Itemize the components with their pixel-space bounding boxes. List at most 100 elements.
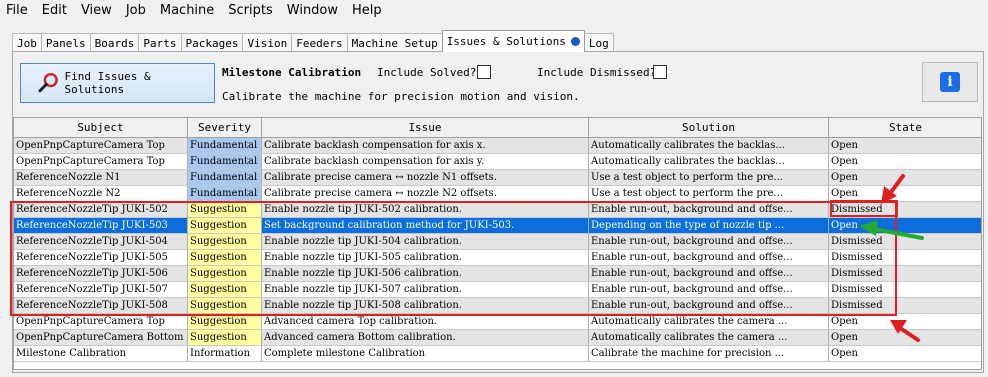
table-row[interactable]: OpenPnpCaptureCamera Top Fundamental Calib… [14,138,981,154]
tab-label: Packages [185,36,239,50]
tab-label: Boards [94,36,135,50]
table-row[interactable]: ReferenceNozzleTip JUKI-502 Suggestion Ena… [14,202,981,218]
cell-solution: Use a test object to perform the pre... [589,186,829,202]
find-issues-button[interactable]: Find Issues & Solutions [20,63,215,103]
tab-label: Issues & Solutions [446,35,566,48]
menu-bar: File Edit View Job Machine Scripts Window Help [0,0,988,20]
tab-panels[interactable]: Panels [40,33,91,52]
menu-view[interactable]: View [74,3,119,18]
cell-severity: Information [188,346,262,362]
info-icon: i [940,72,960,92]
cell-severity: Fundamental [188,170,262,186]
table-row[interactable]: ReferenceNozzleTip JUKI-507 Suggestion Ena… [14,282,981,298]
include-solved-checkbox[interactable] [477,65,491,79]
cell-state: Open [829,314,981,330]
table-row[interactable]: OpenPnpCaptureCamera Top Fundamental Calib… [14,154,981,170]
tab-job[interactable]: Job [12,33,42,52]
cell-severity: Fundamental [188,154,262,170]
cell-subject: ReferenceNozzleTip JUKI-504 [14,234,188,250]
table-row[interactable]: OpenPnpCaptureCamera Bottom Suggestion Adv… [14,330,981,346]
cell-solution: Enable run-out, background and offse... [589,282,829,298]
menu-job[interactable]: Job [119,3,153,18]
tab-boards[interactable]: Boards [89,33,140,52]
tab-label: Machine Setup [351,36,438,50]
cell-state: Dismissed [829,298,981,314]
column-header-state[interactable]: State [829,118,981,137]
cell-severity: Fundamental [188,186,262,202]
menu-help[interactable]: Help [345,3,389,18]
cell-issue: Advanced camera Bottom calibration. [262,330,589,346]
cell-severity: Suggestion [188,266,262,282]
tab-label: Vision [247,36,288,50]
cell-solution: Automatically calibrates the backlas... [589,154,829,170]
cell-solution: Enable run-out, background and offse... [589,250,829,266]
cell-issue: Complete milestone Calibration [262,346,589,362]
cell-issue: Calibrate precise camera ↔ nozzle N2 off… [262,186,589,202]
cell-severity: Suggestion [188,282,262,298]
cell-severity: Suggestion [188,314,262,330]
tab-label: Log [588,36,609,50]
cell-state: Dismissed [829,266,981,282]
magnifier-icon [38,72,58,93]
cell-solution: Calibrate the machine for precision ... [589,346,829,362]
cell-severity: Suggestion [188,218,262,234]
cell-issue: Calibrate backlash compensation for axis… [262,154,589,170]
cell-issue: Enable nozzle tip JUKI-502 calibration. [262,202,589,218]
tab-issues-solutions[interactable]: Issues & Solutions [441,30,585,52]
tab-vision[interactable]: Vision [242,33,293,52]
cell-solution: Automatically calibrates the camera ... [589,314,829,330]
cell-state: Open [829,138,981,154]
cell-solution: Automatically calibrates the backlas... [589,138,829,154]
cell-state: Open [829,170,981,186]
column-header-issue[interactable]: Issue [262,118,589,137]
table-row[interactable]: ReferenceNozzle N1 Fundamental Calibrate p… [14,170,981,186]
column-header-solution[interactable]: Solution [589,118,829,137]
tab-parts[interactable]: Parts [138,33,182,52]
cell-issue: Enable nozzle tip JUKI-508 calibration. [262,298,589,314]
tab-label: Panels [45,36,86,50]
cell-solution: Enable run-out, background and offse... [589,202,829,218]
cell-state: Open [829,154,981,170]
info-button[interactable]: i [922,62,978,102]
cell-issue: Enable nozzle tip JUKI-504 calibration. [262,234,589,250]
include-dismissed-checkbox[interactable] [653,65,667,79]
cell-state: Open [829,218,981,234]
cell-issue: Advanced camera Top calibration. [262,314,589,330]
table-row[interactable]: ReferenceNozzleTip JUKI-506 Suggestion Ena… [14,266,981,282]
menu-window[interactable]: Window [280,3,345,18]
cell-solution: Enable run-out, background and offse... [589,266,829,282]
table-row[interactable]: Milestone Calibration Information Complete… [14,346,981,362]
table-row[interactable]: ReferenceNozzleTip JUKI-504 Suggestion Ena… [14,234,981,250]
cell-severity: Suggestion [188,298,262,314]
cell-issue: Enable nozzle tip JUKI-506 calibration. [262,266,589,282]
menu-scripts[interactable]: Scripts [221,3,279,18]
menu-edit[interactable]: Edit [35,3,74,18]
table-row[interactable]: ReferenceNozzle N2 Fundamental Calibrate p… [14,186,981,202]
table-row[interactable]: ReferenceNozzleTip JUKI-503 Suggestion Set… [14,218,981,234]
column-header-severity[interactable]: Severity [188,118,262,137]
cell-severity: Suggestion [188,250,262,266]
cell-issue: Enable nozzle tip JUKI-507 calibration. [262,282,589,298]
tab-log[interactable]: Log [583,33,614,52]
cell-subject: ReferenceNozzleTip JUKI-503 [14,218,188,234]
cell-subject: Milestone Calibration [14,346,188,362]
table-row[interactable]: ReferenceNozzleTip JUKI-508 Suggestion Ena… [14,298,981,314]
find-issues-label: Find Issues & Solutions [64,70,151,96]
table-row[interactable]: ReferenceNozzleTip JUKI-505 Suggestion Ena… [14,250,981,266]
cell-solution: Automatically calibrates the camera ... [589,330,829,346]
cell-state: Dismissed [829,202,981,218]
menu-file[interactable]: File [0,3,35,18]
issues-indicator-dot [570,37,580,46]
cell-subject: ReferenceNozzleTip JUKI-505 [14,250,188,266]
cell-subject: OpenPnpCaptureCamera Top [14,314,188,330]
column-header-subject[interactable]: Subject [14,118,188,137]
table-row[interactable]: OpenPnpCaptureCamera Top Suggestion Advanc… [14,314,981,330]
tab-packages[interactable]: Packages [180,33,244,52]
cell-state: Dismissed [829,250,981,266]
menu-machine[interactable]: Machine [153,3,221,18]
tab-feeders[interactable]: Feeders [291,33,348,52]
milestone-description: Calibrate the machine for precision moti… [222,90,580,103]
cell-subject: ReferenceNozzleTip JUKI-508 [14,298,188,314]
tab-machine-setup[interactable]: Machine Setup [346,33,443,52]
cell-state: Dismissed [829,282,981,298]
